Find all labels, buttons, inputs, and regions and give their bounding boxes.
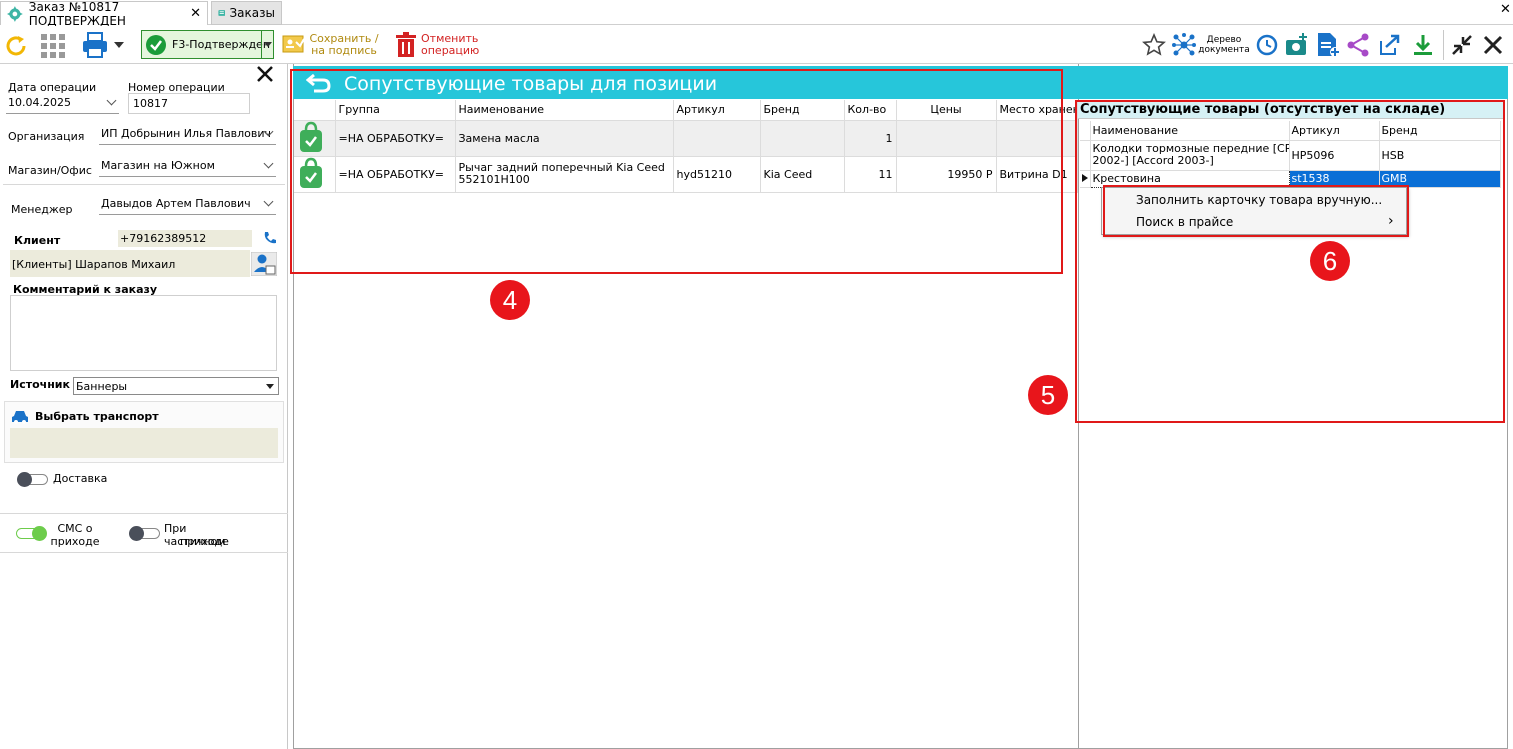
org-value: ИП Добрынин Илья Павлович bbox=[101, 127, 272, 140]
source-select[interactable]: Баннеры bbox=[73, 377, 279, 395]
history-icon[interactable] bbox=[1255, 33, 1279, 57]
op-date-value: 10.04.2025 bbox=[8, 96, 71, 109]
share-icon[interactable] bbox=[1346, 33, 1370, 57]
sms-toggle[interactable] bbox=[16, 526, 47, 541]
partial-label-2: приходе bbox=[180, 535, 229, 548]
refresh-icon[interactable] bbox=[4, 34, 28, 58]
notification-toggles: СМС о приходе При частичном приходе bbox=[0, 513, 288, 553]
toolbar-divider bbox=[1443, 30, 1444, 60]
shop-value: Магазин на Южном bbox=[101, 159, 215, 172]
source-value: Баннеры bbox=[76, 380, 128, 393]
close-icon[interactable] bbox=[1483, 35, 1503, 55]
client-card-icon[interactable] bbox=[251, 252, 277, 276]
shop-select[interactable]: Магазин на Южном bbox=[99, 156, 276, 177]
print-icon[interactable] bbox=[82, 32, 108, 58]
status-dropdown[interactable] bbox=[261, 31, 273, 58]
chevron-down-icon bbox=[106, 95, 117, 106]
annotation-marker-6: 6 bbox=[1310, 241, 1350, 281]
orders-icon bbox=[218, 10, 226, 16]
delivery-label: Доставка bbox=[53, 472, 108, 485]
check-circle-icon bbox=[146, 35, 166, 55]
annotation-box-4 bbox=[290, 69, 1063, 274]
close-panel-icon[interactable] bbox=[256, 65, 274, 83]
phone-icon[interactable] bbox=[263, 231, 277, 245]
gear-icon bbox=[7, 5, 23, 22]
client-name: [Клиенты] Шарапов Михаил bbox=[12, 258, 176, 271]
car-icon bbox=[12, 411, 28, 424]
chevron-down-icon bbox=[263, 158, 274, 169]
manager-select[interactable]: Давыдов Артем Павлович bbox=[99, 194, 276, 215]
org-select[interactable]: ИП Добрынин Илья Павлович bbox=[99, 124, 276, 145]
chevron-down-icon bbox=[266, 384, 274, 389]
sms-label-1: СМС о bbox=[57, 522, 93, 535]
camera-add-icon[interactable] bbox=[1285, 33, 1309, 57]
collapse-icon[interactable] bbox=[1450, 33, 1474, 57]
download-icon[interactable] bbox=[1411, 33, 1435, 57]
toggle-knob bbox=[32, 526, 47, 541]
annotation-marker-4: 4 bbox=[490, 280, 530, 320]
transport-field[interactable] bbox=[10, 428, 278, 458]
divider bbox=[3, 184, 285, 185]
client-phone: +79162389512 bbox=[120, 232, 207, 245]
transport-block[interactable]: Выбрать транспорт bbox=[4, 401, 284, 463]
source-label: Источник bbox=[10, 378, 70, 391]
document-add-icon[interactable] bbox=[1316, 32, 1340, 58]
tree-label-2: документа bbox=[1198, 45, 1250, 55]
status-label: F3-Подтвержден bbox=[172, 38, 271, 51]
shop-label: Магазин/Офис bbox=[8, 164, 92, 177]
manager-label: Менеджер bbox=[11, 203, 73, 216]
trash-icon bbox=[396, 32, 416, 57]
client-label: Клиент bbox=[14, 234, 61, 247]
sms-label-2: приходе bbox=[50, 535, 100, 548]
status-button[interactable]: F3-Подтвержден bbox=[141, 30, 274, 59]
order-form-panel: Дата операции 10.04.2025 Номер операции … bbox=[0, 64, 288, 749]
toggle-knob bbox=[129, 526, 144, 541]
transport-label: Выбрать транспорт bbox=[35, 410, 159, 423]
document-tree-icon[interactable] bbox=[1172, 33, 1196, 57]
save-for-signature-button[interactable]: Сохранить / на подпись bbox=[281, 30, 381, 60]
partial-toggle[interactable] bbox=[129, 526, 160, 541]
toggle-knob bbox=[17, 472, 32, 487]
cancel-label-2: операцию bbox=[421, 44, 480, 57]
chevron-down-icon bbox=[263, 196, 274, 207]
client-phone-field[interactable]: +79162389512 bbox=[118, 230, 252, 247]
comment-textarea[interactable] bbox=[10, 295, 277, 371]
tab-order[interactable]: Заказ №10817 ПОДТВЕРЖДЕН ✕ bbox=[0, 0, 208, 28]
op-number-value: 10817 bbox=[133, 97, 168, 110]
manager-value: Давыдов Артем Павлович bbox=[101, 197, 251, 210]
annotation-box-6 bbox=[1103, 185, 1409, 237]
print-dropdown-icon[interactable] bbox=[114, 42, 124, 48]
tab-orders[interactable]: Заказы bbox=[211, 1, 282, 25]
tab-orders-label: Заказы bbox=[229, 6, 275, 20]
window-close-icon[interactable]: ✕ bbox=[1500, 2, 1511, 17]
grid-icon[interactable] bbox=[40, 33, 66, 59]
signature-icon bbox=[282, 35, 305, 53]
export-icon[interactable] bbox=[1377, 33, 1401, 57]
org-label: Организация bbox=[8, 130, 85, 143]
cancel-operation-button[interactable]: Отменить операцию bbox=[393, 30, 483, 60]
tab-order-label: Заказ №10817 ПОДТВЕРЖДЕН bbox=[28, 0, 126, 28]
chevron-down-icon bbox=[264, 42, 272, 47]
save-label-2: на подпись bbox=[311, 44, 377, 57]
toolbar: F3-Подтвержден Сохранить / на подпись От… bbox=[0, 26, 1513, 64]
client-name-field[interactable]: [Клиенты] Шарапов Михаил bbox=[10, 250, 250, 277]
op-date-field[interactable]: 10.04.2025 bbox=[6, 93, 119, 114]
tab-strip: Заказ №10817 ПОДТВЕРЖДЕН ✕ Заказы ✕ bbox=[0, 0, 1513, 28]
op-number-field[interactable]: 10817 bbox=[128, 93, 250, 114]
close-tab-icon[interactable]: ✕ bbox=[190, 6, 201, 21]
delivery-toggle[interactable] bbox=[17, 472, 48, 487]
star-icon[interactable] bbox=[1142, 33, 1166, 57]
annotation-box-5 bbox=[1075, 100, 1505, 423]
tree-label-1: Дерево bbox=[1206, 35, 1242, 45]
annotation-marker-5: 5 bbox=[1028, 375, 1068, 415]
